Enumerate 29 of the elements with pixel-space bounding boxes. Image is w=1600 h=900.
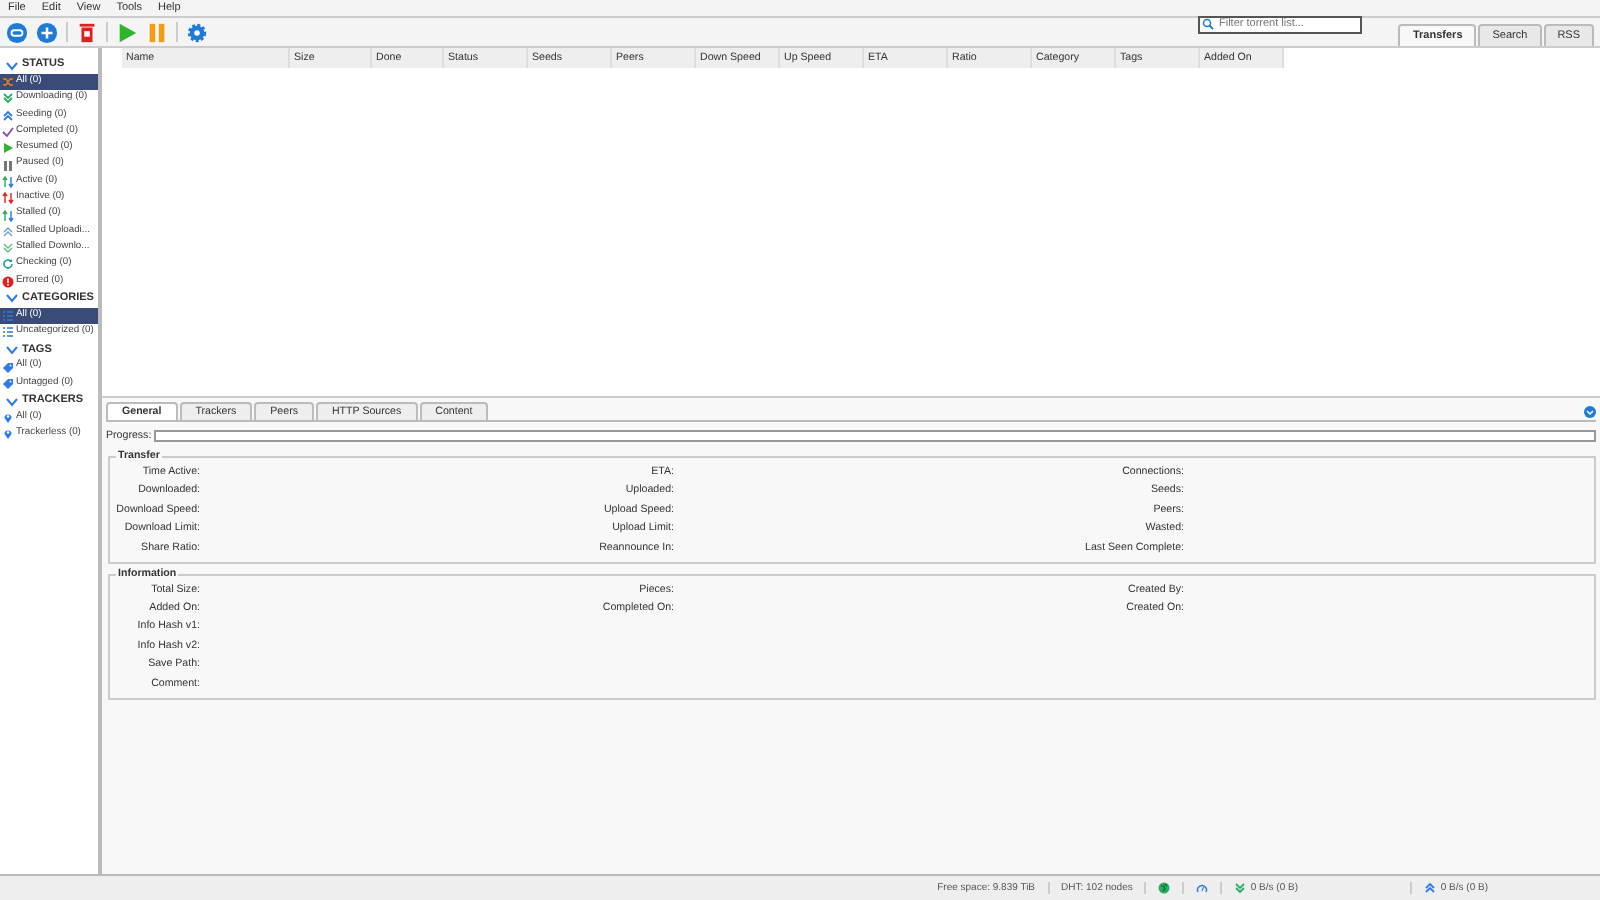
gear-icon[interactable] [186, 21, 208, 43]
chevron-icon [6, 395, 18, 408]
double-down-icon [2, 242, 14, 255]
chevron-icon [6, 292, 18, 305]
up-down-arrows-icon [2, 209, 14, 222]
add-icon[interactable] [36, 21, 58, 43]
up-down-arrows-icon [2, 192, 14, 205]
link-icon[interactable] [6, 21, 28, 43]
shuffle-icon [2, 76, 14, 89]
play-icon[interactable] [116, 21, 138, 43]
double-down-icon [1234, 882, 1247, 894]
list-icon [2, 326, 14, 339]
collapse-icon[interactable] [1584, 405, 1596, 417]
double-up-icon [2, 109, 14, 122]
checkmark-icon [2, 126, 14, 139]
pause-icon [2, 159, 14, 172]
chevron-icon [6, 343, 18, 356]
up-down-arrows-icon [2, 175, 14, 188]
gauge-icon[interactable] [1196, 882, 1209, 894]
play-icon [2, 142, 14, 155]
chevron-icon [6, 59, 18, 71]
double-down-icon [2, 92, 14, 105]
double-up-icon [1424, 882, 1437, 894]
list-icon [2, 310, 14, 322]
refresh-icon [2, 258, 14, 271]
double-up-icon [2, 225, 14, 238]
delete-icon[interactable] [76, 21, 98, 43]
search-icon [1201, 18, 1214, 30]
globe-icon[interactable] [1158, 882, 1171, 894]
